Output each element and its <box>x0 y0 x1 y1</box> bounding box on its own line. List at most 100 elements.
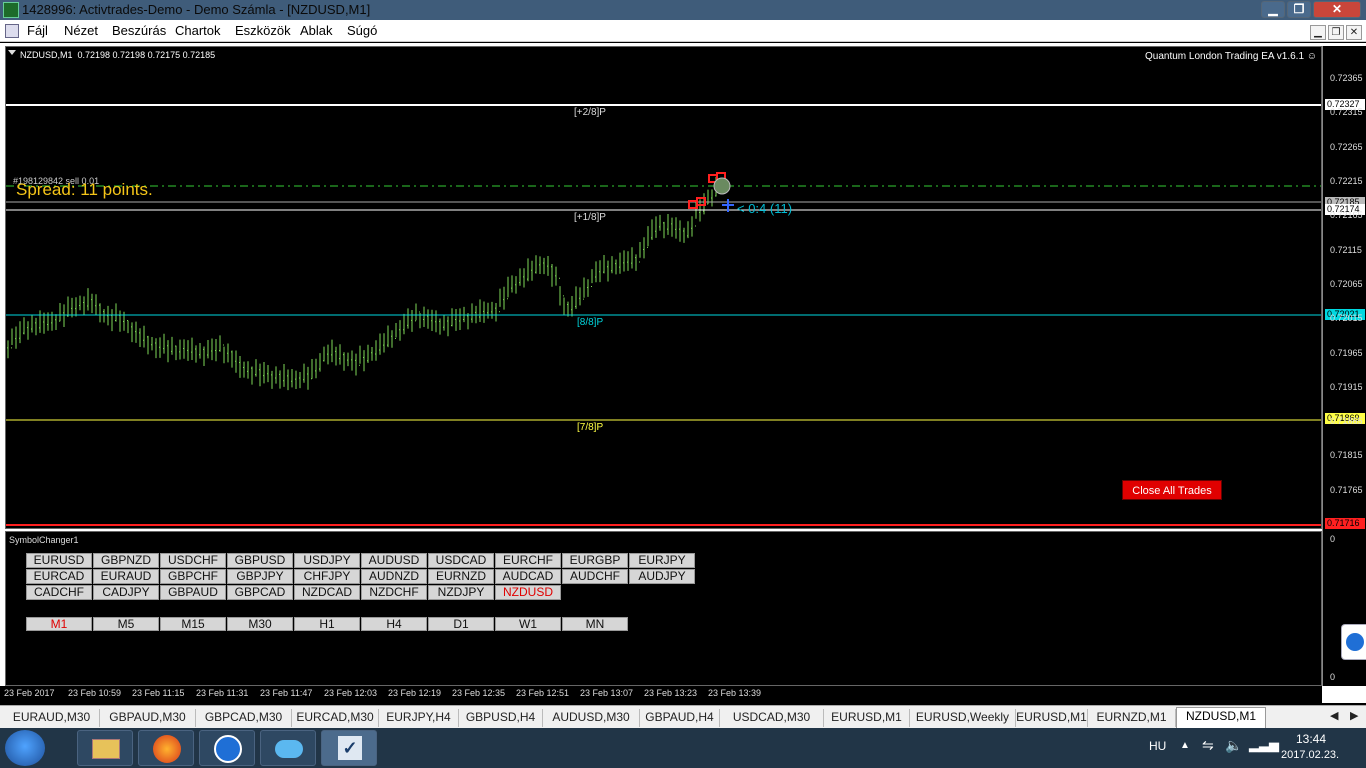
start-button[interactable] <box>5 730 45 766</box>
symbol-button-nzdchf[interactable]: NZDCHF <box>361 585 427 600</box>
chart-tab[interactable]: GBPAUD,H4 <box>640 709 720 727</box>
tab-scroll-left-icon[interactable]: ◀ <box>1330 709 1338 722</box>
window-title: 1428996: Activtrades-Demo - Demo Számla … <box>22 2 371 17</box>
price-tick: 0.71815 <box>1330 450 1363 461</box>
clock-date[interactable]: 2017.02.23. <box>1281 749 1339 761</box>
symbol-button-usdjpy[interactable]: USDJPY <box>294 553 360 568</box>
cloud-icon[interactable] <box>260 730 316 766</box>
timeframe-button-m1[interactable]: M1 <box>26 617 92 631</box>
menu-view[interactable]: Nézet <box>64 23 98 38</box>
language-indicator[interactable]: HU <box>1149 739 1166 753</box>
symbol-button-nzdjpy[interactable]: NZDJPY <box>428 585 494 600</box>
symbol-button-eurcad[interactable]: EURCAD <box>26 569 92 584</box>
symbol-button-gbpnzd[interactable]: GBPNZD <box>93 553 159 568</box>
symbol-button-usdcad[interactable]: USDCAD <box>428 553 494 568</box>
teamviewer-icon[interactable] <box>199 730 255 766</box>
symbol-button-eurchf[interactable]: EURCHF <box>495 553 561 568</box>
time-tick: 23 Feb 13:23 <box>644 688 698 698</box>
symbol-button-gbpaud[interactable]: GBPAUD <box>160 585 226 600</box>
minimize-button[interactable]: ▁ <box>1261 1 1285 18</box>
price-chart[interactable]: NZDUSD,M1 0.72198 0.72198 0.72175 0.7218… <box>5 46 1322 529</box>
symbol-button-gbpchf[interactable]: GBPCHF <box>160 569 226 584</box>
timeframe-button-mn[interactable]: MN <box>562 617 628 631</box>
chart-tab[interactable]: EURJPY,H4 <box>379 709 459 727</box>
symbol-button-euraud[interactable]: EURAUD <box>93 569 159 584</box>
teamviewer-side-panel[interactable] <box>1341 624 1366 660</box>
mdi-restore-button[interactable]: ❐ <box>1328 25 1344 40</box>
chart-tab[interactable]: USDCAD,M30 <box>720 709 824 727</box>
chart-tab[interactable]: EURCAD,M30 <box>292 709 379 727</box>
mdi-minimize-button[interactable]: ▁ <box>1310 25 1326 40</box>
symbol-button-gbpusd[interactable]: GBPUSD <box>227 553 293 568</box>
chart-tab[interactable]: NZDUSD,M1 <box>1176 707 1266 728</box>
price-tick: 0.72015 <box>1330 313 1363 324</box>
symbol-button-eurusd[interactable]: EURUSD <box>26 553 92 568</box>
price-tick: 0.71865 <box>1330 416 1363 427</box>
explorer-icon[interactable] <box>77 730 133 766</box>
symbol-button-eurnzd[interactable]: EURNZD <box>428 569 494 584</box>
timeframe-button-m30[interactable]: M30 <box>227 617 293 631</box>
menu-tools[interactable]: Eszközök <box>235 23 291 38</box>
time-tick: 23 Feb 12:19 <box>388 688 442 698</box>
network-tray-icon[interactable]: ⇋ <box>1202 737 1214 754</box>
chart-tab[interactable]: EURUSD,M1 <box>1016 709 1088 727</box>
price-tick: 0.71765 <box>1330 484 1363 495</box>
timeframe-button-d1[interactable]: D1 <box>428 617 494 631</box>
chart-tab[interactable]: EURUSD,M1 <box>824 709 910 727</box>
metatrader-icon[interactable]: ✓ <box>321 730 377 766</box>
chart-tab[interactable]: EURAUD,M30 <box>4 709 100 727</box>
symbol-button-audchf[interactable]: AUDCHF <box>562 569 628 584</box>
chart-tab[interactable]: EURNZD,M1 <box>1088 709 1176 727</box>
close-all-trades-button[interactable]: Close All Trades <box>1122 480 1222 500</box>
firefox-icon[interactable] <box>138 730 194 766</box>
symbol-button-eurgbp[interactable]: EURGBP <box>562 553 628 568</box>
maximize-button[interactable]: ❐ <box>1287 1 1311 18</box>
chart-tab[interactable]: GBPAUD,M30 <box>100 709 196 727</box>
chart-menu-icon[interactable] <box>8 50 16 55</box>
signal-icon[interactable]: ▂▃▅ <box>1249 737 1279 753</box>
menu-help[interactable]: Súgó <box>347 23 377 38</box>
symbol-button-audusd[interactable]: AUDUSD <box>361 553 427 568</box>
ea-label: Quantum London Trading EA v1.6.1 ☺ <box>1145 51 1317 62</box>
symbol-button-usdchf[interactable]: USDCHF <box>160 553 226 568</box>
menu-charts[interactable]: Chartok <box>175 23 221 38</box>
menu-insert[interactable]: Beszúrás <box>112 23 166 38</box>
symbol-button-nzdcad[interactable]: NZDCAD <box>294 585 360 600</box>
close-button[interactable]: ✕ <box>1313 1 1361 18</box>
chart-tab[interactable]: GBPCAD,M30 <box>196 709 292 727</box>
timeframe-button-h1[interactable]: H1 <box>294 617 360 631</box>
crosshair-cursor-icon <box>713 177 731 195</box>
symbol-button-gbpcad[interactable]: GBPCAD <box>227 585 293 600</box>
time-tick: 23 Feb 13:39 <box>708 688 762 698</box>
smile-icon: ☺ <box>1306 51 1317 62</box>
tray-expand-icon[interactable]: ▲ <box>1180 740 1190 751</box>
symbol-button-audjpy[interactable]: AUDJPY <box>629 569 695 584</box>
timeframe-button-w1[interactable]: W1 <box>495 617 561 631</box>
symbol-button-chfjpy[interactable]: CHFJPY <box>294 569 360 584</box>
timeframe-button-m15[interactable]: M15 <box>160 617 226 631</box>
menu-window[interactable]: Ablak <box>300 23 333 38</box>
chart-tab[interactable]: EURUSD,Weekly <box>910 709 1016 727</box>
menu-file[interactable]: Fájl <box>27 23 48 38</box>
volume-icon[interactable]: 🔈 <box>1225 737 1242 754</box>
price-marker-bottom: 0.71716 <box>1325 518 1365 530</box>
symbol-button-audcad[interactable]: AUDCAD <box>495 569 561 584</box>
symbol-button-cadjpy[interactable]: CADJPY <box>93 585 159 600</box>
level-label-plus2: [+2/8]P <box>574 107 606 118</box>
chart-tab[interactable]: GBPUSD,H4 <box>459 709 543 727</box>
symbol-button-gbpjpy[interactable]: GBPJPY <box>227 569 293 584</box>
indicator-scale-bottom: 0 <box>1330 672 1336 682</box>
symbol-button-audnzd[interactable]: AUDNZD <box>361 569 427 584</box>
symbol-button-eurjpy[interactable]: EURJPY <box>629 553 695 568</box>
symbol-button-nzdusd[interactable]: NZDUSD <box>495 585 561 600</box>
time-tick: 23 Feb 12:35 <box>452 688 506 698</box>
chart-tab[interactable]: AUDUSD,M30 <box>543 709 640 727</box>
timeframe-button-h4[interactable]: H4 <box>361 617 427 631</box>
clock-time[interactable]: 13:44 <box>1296 732 1326 746</box>
indicator-scale-top: 0 <box>1330 534 1336 544</box>
chart-window-icon[interactable] <box>5 24 19 38</box>
timeframe-button-m5[interactable]: M5 <box>93 617 159 631</box>
mdi-close-button[interactable]: ✕ <box>1346 25 1362 40</box>
tab-scroll-right-icon[interactable]: ▶ <box>1350 709 1358 722</box>
symbol-button-cadchf[interactable]: CADCHF <box>26 585 92 600</box>
